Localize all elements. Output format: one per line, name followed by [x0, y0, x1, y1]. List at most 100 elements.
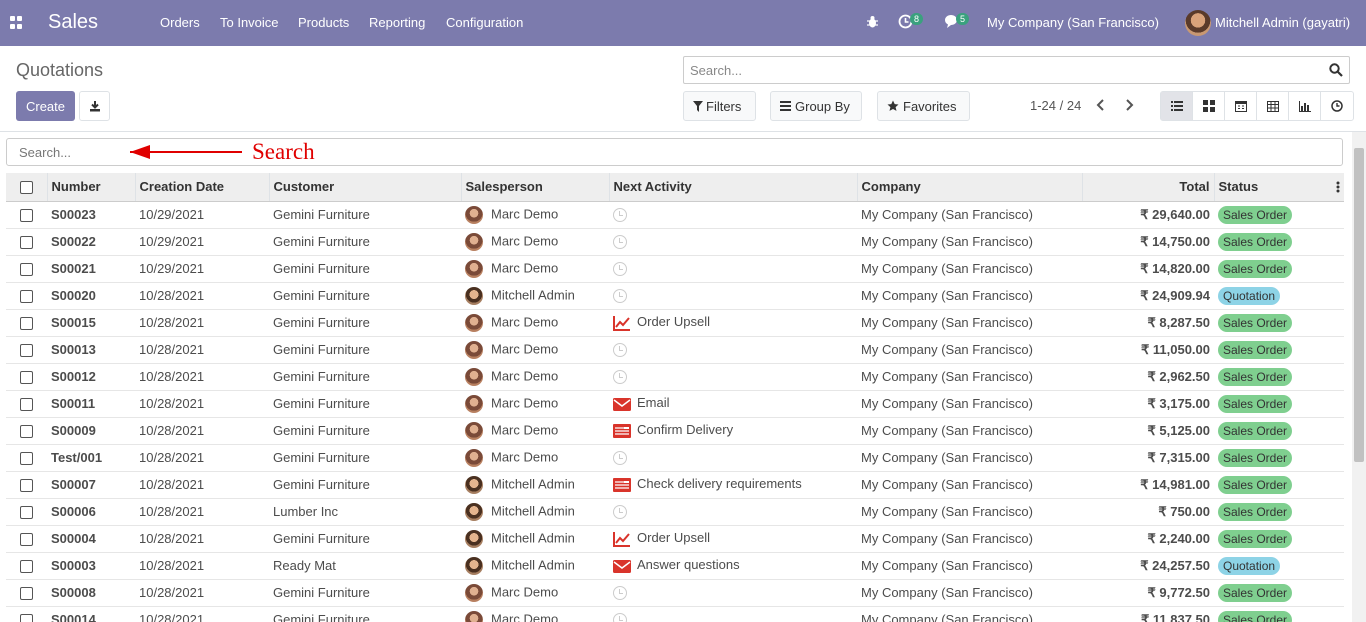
clock-icon[interactable]	[613, 370, 627, 385]
column-creation-date[interactable]: Creation Date	[135, 173, 270, 202]
cell-status[interactable]: Sales Order	[1214, 255, 1344, 283]
cell-salesperson[interactable]: Mitchell Admin	[461, 471, 609, 499]
clock-icon[interactable]	[613, 262, 627, 277]
cell-total[interactable]: ₹ 11,837.50	[1082, 606, 1214, 622]
cell-company[interactable]: My Company (San Francisco)	[857, 201, 1082, 229]
chart-line-icon[interactable]	[613, 314, 637, 331]
pivot-view-button[interactable]	[1257, 92, 1289, 120]
cell-customer[interactable]: Gemini Furniture	[269, 255, 461, 283]
cell-creation-date[interactable]: 10/29/2021	[135, 228, 269, 256]
row-checkbox[interactable]	[20, 263, 33, 277]
cell-company[interactable]: My Company (San Francisco)	[857, 390, 1082, 418]
cell-company[interactable]: My Company (San Francisco)	[857, 282, 1082, 310]
select-all-checkbox[interactable]	[19, 181, 33, 195]
cell-company[interactable]: My Company (San Francisco)	[857, 498, 1082, 526]
cell-next-activity[interactable]: Confirm Delivery	[609, 417, 857, 445]
column-number[interactable]: Number	[47, 173, 136, 202]
menu-products[interactable]: Products	[298, 15, 349, 30]
row-checkbox[interactable]	[20, 533, 33, 547]
clock-icon[interactable]	[613, 289, 627, 304]
cell-total[interactable]: ₹ 2,240.00	[1082, 525, 1214, 553]
cell-number[interactable]: Test/001	[47, 444, 135, 472]
cell-salesperson[interactable]: Marc Demo	[461, 363, 609, 391]
row-checkbox[interactable]	[20, 587, 33, 601]
cell-salesperson[interactable]: Mitchell Admin	[461, 552, 609, 580]
app-name[interactable]: Sales	[48, 11, 98, 34]
cell-total[interactable]: ₹ 14,981.00	[1082, 471, 1214, 499]
cell-next-activity[interactable]	[609, 228, 857, 256]
pager-next-icon[interactable]	[1124, 99, 1134, 111]
cell-customer[interactable]: Gemini Furniture	[269, 336, 461, 364]
clock-icon[interactable]	[613, 451, 627, 466]
table-row[interactable]: S00015 10/28/2021 Gemini Furniture Marc Dem…	[6, 309, 1344, 337]
cell-next-activity[interactable]	[609, 498, 857, 526]
row-checkbox[interactable]	[20, 209, 33, 223]
activity-view-button[interactable]	[1321, 92, 1353, 120]
row-checkbox[interactable]	[20, 371, 33, 385]
cell-customer[interactable]: Gemini Furniture	[269, 525, 461, 553]
cell-total[interactable]: ₹ 7,315.00	[1082, 444, 1214, 472]
clock-icon[interactable]	[613, 235, 627, 250]
cell-number[interactable]: S00011	[47, 390, 135, 418]
optional-columns-icon[interactable]	[1336, 181, 1340, 193]
cell-number[interactable]: S00006	[47, 498, 135, 526]
cell-salesperson[interactable]: Marc Demo	[461, 417, 609, 445]
row-checkbox[interactable]	[20, 506, 33, 520]
cell-status[interactable]: Sales Order	[1214, 363, 1344, 391]
cell-total[interactable]: ₹ 750.00	[1082, 498, 1214, 526]
cell-number[interactable]: S00015	[47, 309, 135, 337]
cell-number[interactable]: S00007	[47, 471, 135, 499]
cell-company[interactable]: My Company (San Francisco)	[857, 417, 1082, 445]
user-avatar[interactable]	[1185, 10, 1211, 36]
envelope-icon[interactable]	[613, 395, 637, 411]
table-row[interactable]: S00008 10/28/2021 Gemini Furniture Marc Dem…	[6, 579, 1344, 607]
cell-status[interactable]: Sales Order	[1214, 579, 1344, 607]
cell-creation-date[interactable]: 10/28/2021	[135, 471, 269, 499]
cell-total[interactable]: ₹ 2,962.50	[1082, 363, 1214, 391]
cell-status[interactable]: Sales Order	[1214, 471, 1344, 499]
cell-company[interactable]: My Company (San Francisco)	[857, 228, 1082, 256]
favorites-button[interactable]: Favorites	[877, 91, 970, 121]
cell-creation-date[interactable]: 10/29/2021	[135, 201, 269, 229]
cell-total[interactable]: ₹ 29,640.00	[1082, 201, 1214, 229]
cell-customer[interactable]: Ready Mat	[269, 552, 461, 580]
cell-number[interactable]: S00023	[47, 201, 135, 229]
cell-company[interactable]: My Company (San Francisco)	[857, 444, 1082, 472]
company-switcher[interactable]: My Company (San Francisco)	[987, 15, 1159, 30]
cell-total[interactable]: ₹ 14,750.00	[1082, 228, 1214, 256]
cell-status[interactable]: Sales Order	[1214, 525, 1344, 553]
cell-creation-date[interactable]: 10/28/2021	[135, 525, 269, 553]
cell-number[interactable]: S00008	[47, 579, 135, 607]
cell-next-activity[interactable]	[609, 363, 857, 391]
cell-status[interactable]: Quotation	[1214, 552, 1344, 580]
cell-number[interactable]: S00021	[47, 255, 135, 283]
table-row[interactable]: S00004 10/28/2021 Gemini Furniture Mitchell…	[6, 525, 1344, 553]
graph-view-button[interactable]	[1289, 92, 1321, 120]
scrollbar[interactable]	[1352, 132, 1366, 622]
cell-company[interactable]: My Company (San Francisco)	[857, 525, 1082, 553]
kanban-view-button[interactable]	[1193, 92, 1225, 120]
column-total[interactable]: Total	[1082, 173, 1215, 202]
filters-button[interactable]: Filters	[683, 91, 756, 121]
cell-creation-date[interactable]: 10/28/2021	[135, 363, 269, 391]
bug-icon[interactable]	[866, 15, 879, 29]
app-grid-icon[interactable]	[10, 16, 23, 29]
table-row[interactable]: S00014 10/28/2021 Gemini Furniture Marc Dem…	[6, 606, 1344, 622]
cell-status[interactable]: Quotation	[1214, 282, 1344, 310]
cell-status[interactable]: Sales Order	[1214, 444, 1344, 472]
cell-total[interactable]: ₹ 5,125.00	[1082, 417, 1214, 445]
clock-icon[interactable]	[613, 208, 627, 223]
cell-customer[interactable]: Gemini Furniture	[269, 282, 461, 310]
cell-creation-date[interactable]: 10/28/2021	[135, 552, 269, 580]
cell-number[interactable]: S00020	[47, 282, 135, 310]
calendar-view-button[interactable]	[1225, 92, 1257, 120]
envelope-icon[interactable]	[613, 557, 637, 573]
cell-number[interactable]: S00014	[47, 606, 135, 622]
cell-customer[interactable]: Gemini Furniture	[269, 444, 461, 472]
search-icon[interactable]	[1329, 63, 1343, 77]
cell-creation-date[interactable]: 10/28/2021	[135, 282, 269, 310]
cell-customer[interactable]: Gemini Furniture	[269, 228, 461, 256]
table-row[interactable]: S00011 10/28/2021 Gemini Furniture Marc Dem…	[6, 390, 1344, 418]
cell-next-activity[interactable]: Order Upsell	[609, 525, 857, 553]
cell-total[interactable]: ₹ 14,820.00	[1082, 255, 1214, 283]
